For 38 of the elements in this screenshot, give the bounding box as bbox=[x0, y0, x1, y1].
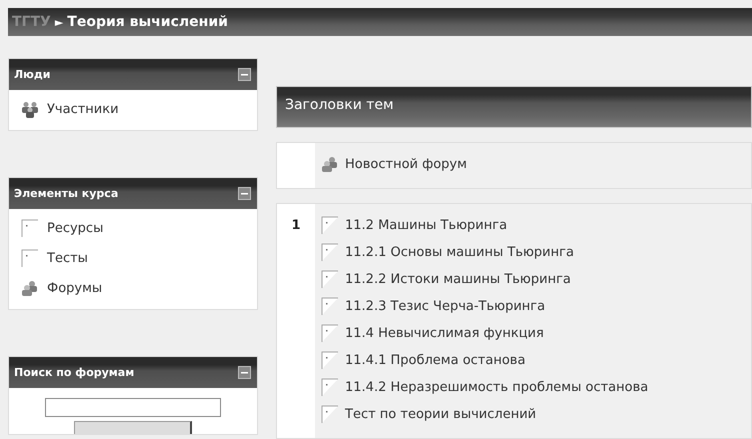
resource-link[interactable]: 11.4.2 Неразрешимость проблемы останова bbox=[321, 374, 648, 401]
sidebar-link[interactable]: Ресурсы bbox=[21, 215, 245, 241]
sidebar-link[interactable]: Участники bbox=[21, 96, 245, 122]
section-number: 1 bbox=[291, 218, 301, 235]
page-icon bbox=[21, 218, 39, 238]
page-icon bbox=[321, 324, 339, 343]
page-icon bbox=[321, 297, 339, 316]
resource-link[interactable]: 11.2.2 Истоки машины Тьюринга bbox=[321, 266, 648, 293]
page-icon bbox=[321, 378, 339, 397]
resource-link[interactable]: 11.4.1 Проблема останова bbox=[321, 347, 648, 374]
heading-text: Заголовки тем bbox=[285, 97, 394, 113]
block-title: Поиск по форумам bbox=[14, 366, 134, 379]
sidebar-link[interactable]: Форумы bbox=[21, 275, 245, 301]
page-icon bbox=[321, 351, 339, 370]
number-column bbox=[277, 143, 315, 188]
collapse-button[interactable] bbox=[238, 187, 251, 200]
page-icon bbox=[321, 216, 339, 235]
people-icon bbox=[321, 156, 339, 173]
resource-link[interactable]: 11.2 Машины Тьюринга bbox=[321, 212, 648, 239]
search-field[interactable] bbox=[45, 398, 221, 417]
breadcrumb-separator: ► bbox=[54, 16, 64, 28]
course-title: Теория вычислений bbox=[67, 14, 228, 30]
sidebar-link[interactable]: Тесты bbox=[21, 245, 245, 271]
page-icon bbox=[21, 248, 39, 268]
resource-link[interactable]: 11.2.3 Тезис Черча-Тьюринга bbox=[321, 293, 648, 320]
page-icon bbox=[321, 405, 339, 424]
block-title: Люди bbox=[14, 68, 50, 81]
collapse-button[interactable] bbox=[238, 366, 251, 379]
page-icon bbox=[321, 243, 339, 262]
people-icon bbox=[21, 280, 39, 296]
block-title: Элементы курса bbox=[14, 187, 118, 200]
people-icon bbox=[21, 100, 39, 118]
collapse-button[interactable] bbox=[238, 68, 251, 81]
resource-link[interactable]: Тест по теории вычислений bbox=[321, 401, 648, 428]
page-icon bbox=[321, 270, 339, 289]
resource-link[interactable]: 11.4 Невычислимая функция bbox=[321, 320, 648, 347]
news-forum-link[interactable]: Новостной форум bbox=[321, 151, 467, 178]
resource-link[interactable]: 11.2.1 Основы машины Тьюринга bbox=[321, 239, 648, 266]
